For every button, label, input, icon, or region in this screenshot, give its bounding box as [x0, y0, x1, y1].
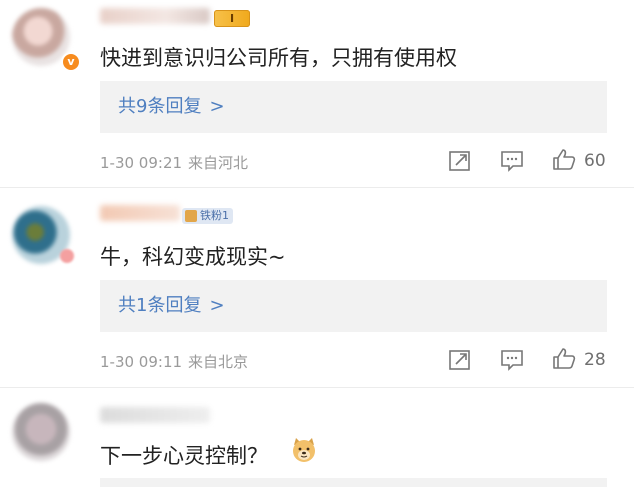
chevron-right-icon: >	[209, 96, 225, 117]
location: 来自北京	[188, 353, 249, 371]
replies-label: 共9条回复	[118, 96, 202, 117]
like-icon[interactable]	[552, 148, 576, 170]
comment-icon[interactable]	[500, 150, 524, 172]
comment-text: 牛，科幻变成现实~	[100, 245, 286, 269]
level-badge: I	[214, 10, 250, 27]
fan-badge: 铁粉1	[182, 208, 233, 224]
location: 来自河北	[188, 154, 249, 172]
like-icon[interactable]	[552, 347, 576, 369]
comment-meta: 1-30 09:11 来自北京	[100, 351, 248, 372]
fan-badge-label: 铁粉1	[200, 209, 229, 222]
timestamp: 1-30 09:21	[100, 154, 183, 172]
divider	[0, 387, 634, 388]
like-count: 28	[584, 350, 606, 370]
comment-meta: 1-30 09:21 来自河北	[100, 152, 248, 173]
avatar[interactable]	[12, 403, 70, 461]
verified-icon: v	[61, 52, 81, 72]
username[interactable]	[100, 407, 210, 423]
comment-text: 下一步心灵控制？	[100, 444, 268, 468]
share-icon[interactable]	[448, 150, 472, 172]
view-replies-button[interactable]	[100, 478, 607, 487]
divider	[0, 187, 634, 188]
doge-emoji-icon	[290, 436, 318, 464]
share-icon[interactable]	[448, 349, 472, 371]
timestamp: 1-30 09:11	[100, 353, 183, 371]
chevron-right-icon: >	[209, 295, 225, 316]
fan-icon	[185, 210, 197, 222]
comment-text: 快进到意识归公司所有，只拥有使用权	[100, 46, 457, 70]
comment-icon[interactable]	[500, 349, 524, 371]
username[interactable]	[100, 205, 180, 221]
view-replies-button[interactable]: 共9条回复 >	[100, 81, 607, 133]
avatar-decoration	[60, 249, 74, 263]
replies-label: 共1条回复	[118, 295, 202, 316]
like-count: 60	[584, 151, 606, 171]
username[interactable]	[100, 8, 210, 24]
view-replies-button[interactable]: 共1条回复 >	[100, 280, 607, 332]
